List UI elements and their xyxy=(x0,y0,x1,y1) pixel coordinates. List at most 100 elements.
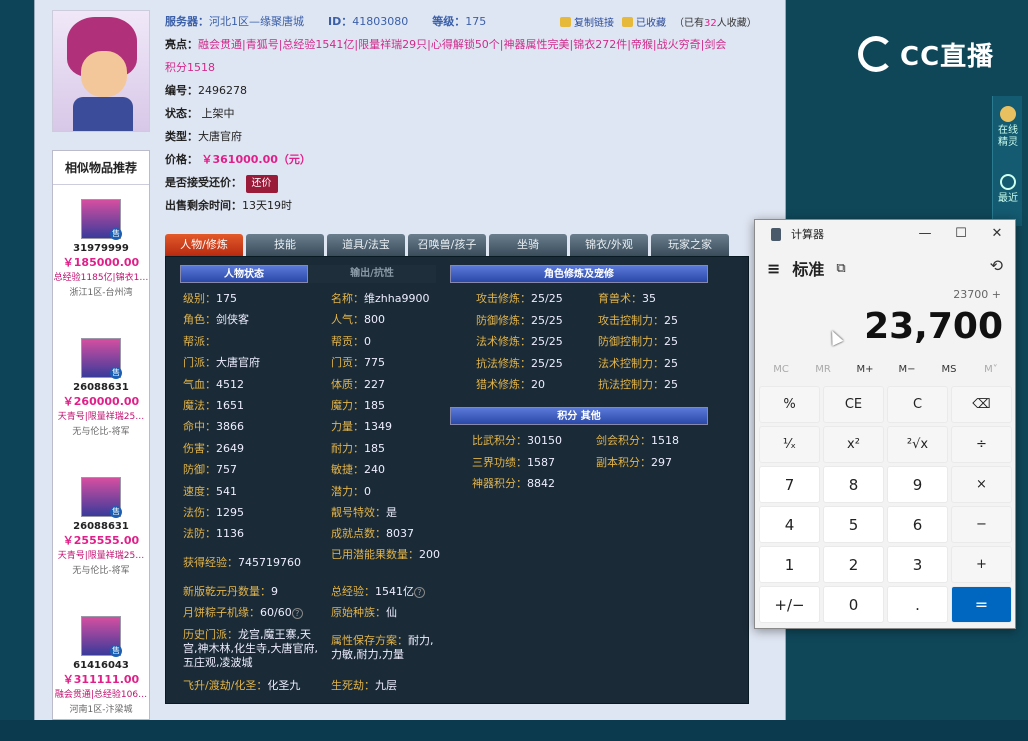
tab-0[interactable]: 人物/修炼 xyxy=(165,234,243,256)
char-stat-value: 185 xyxy=(364,441,385,455)
char-stat-key: 门贡： xyxy=(331,356,364,370)
calc-key[interactable]: + xyxy=(951,546,1012,583)
calc-key[interactable]: . xyxy=(887,586,948,623)
recent-button[interactable]: 最近 xyxy=(993,158,1023,220)
calculator-keypad: % CE C ⌫ ¹⁄ₓ x² ²√x ÷ 7 8 9 × 4 5 6− 1 2 3 + +/− 0. = xyxy=(759,386,1015,623)
calc-key[interactable]: % xyxy=(759,386,820,423)
similar-item-price: ￥255555.00 xyxy=(62,534,140,547)
score-stat-key: 三界功绩： xyxy=(472,455,527,469)
char-stat: 法防：1136 xyxy=(183,527,244,541)
calc-key[interactable]: = xyxy=(951,586,1012,623)
cultivation-stat-key: 攻击控制力： xyxy=(598,313,664,327)
cultivation-stat-key: 抗法修炼： xyxy=(476,356,531,370)
similar-item[interactable]: 售 61416043 ￥311111.00 融会贯通|总经验106… 河南1区-汴梁城 xyxy=(53,616,149,741)
close-button[interactable]: ✕ xyxy=(979,220,1015,248)
calc-key[interactable]: 1 xyxy=(759,546,820,583)
similar-item-server: 无与伦比-将军 xyxy=(72,566,130,576)
memory-button[interactable]: M˅ xyxy=(971,364,1011,375)
similar-item-thumb[interactable]: 售 xyxy=(81,199,122,240)
calc-key[interactable]: × xyxy=(951,466,1012,503)
similar-item-thumb[interactable]: 售 xyxy=(81,477,122,518)
char-stat-value: 是 xyxy=(386,506,397,519)
help-icon[interactable]: ? xyxy=(414,586,425,598)
memory-button[interactable]: MC xyxy=(761,364,801,375)
similar-item[interactable]: 售 26088631 ￥260000.00 天青号|限量祥瑞25… 无与伦比-将军 xyxy=(53,338,149,463)
char-stat-key: 敏捷： xyxy=(331,463,364,477)
char-stat: 魔法：1651 xyxy=(183,399,244,413)
calc-key[interactable]: 2 xyxy=(823,546,884,583)
similar-item-thumb[interactable]: 售 xyxy=(81,616,122,657)
item-info: 服务器：河北1区—缘聚唐城 ID：41803080 等级：175 亮点：融会贯通… xyxy=(165,10,755,217)
char-stat-key: 耐力： xyxy=(331,441,364,455)
cultivation-stat-value: 20 xyxy=(531,378,545,391)
similar-item-thumb[interactable]: 售 xyxy=(81,338,122,379)
section-output-resist[interactable]: 输出/抗性 xyxy=(308,265,436,283)
cultivation-stat-key: 攻击修炼： xyxy=(476,292,531,305)
calc-key[interactable]: 0 xyxy=(823,586,884,623)
similar-items-list: 售 31979999 ￥185000.00 总经验1185亿|锦衣1… 浙江1区-台州湾… xyxy=(53,199,149,741)
char-stat-key: 门派： xyxy=(183,356,216,370)
memory-bar: MC MR M+ M− MS M˅ xyxy=(761,364,1011,375)
tab-1[interactable]: 技能 xyxy=(246,234,324,256)
calc-key[interactable]: 4 xyxy=(759,506,820,543)
tab-5[interactable]: 锦衣/外观 xyxy=(570,234,648,256)
tab-2[interactable]: 道具/法宝 xyxy=(327,234,405,256)
score-stat: 神器积分：8842 xyxy=(472,477,555,491)
mooncake-stat-value: 60/60 xyxy=(260,606,292,619)
counter-offer-row: 是否接受还价： 还价 xyxy=(165,171,755,194)
total-exp-stat: 总经验：1541亿? xyxy=(331,585,425,599)
used-potential-stat-value: 200 xyxy=(419,548,440,561)
char-stat: 角色：剑侠客 xyxy=(183,313,249,327)
calc-key[interactable]: 6 xyxy=(887,506,948,543)
tab-4[interactable]: 坐骑 xyxy=(489,234,567,256)
similar-item[interactable]: 售 31979999 ￥185000.00 总经验1185亿|锦衣1… 浙江1区-台州湾 xyxy=(53,199,149,324)
similar-item[interactable]: 售 26088631 ￥255555.00 天青号|限量祥瑞25… 无与伦比-将军 xyxy=(53,477,149,602)
calc-key[interactable]: 9 xyxy=(887,466,948,503)
cc-live-logo: CC直播 xyxy=(858,32,1008,76)
favorite-button[interactable]: 已收藏 xyxy=(622,14,666,29)
calc-key[interactable]: 7 xyxy=(759,466,820,503)
calc-key[interactable]: − xyxy=(951,506,1012,543)
cultivation-stat-value: 25 xyxy=(664,378,678,391)
calc-key[interactable]: ÷ xyxy=(951,426,1012,463)
calc-key[interactable]: x² xyxy=(823,426,884,463)
maximize-button[interactable]: ☐ xyxy=(943,220,979,248)
minimize-button[interactable]: — xyxy=(907,220,943,248)
calc-key[interactable]: CE xyxy=(823,386,884,423)
calc-key[interactable]: +/− xyxy=(759,586,820,623)
calc-key[interactable]: 5 xyxy=(823,506,884,543)
memory-button[interactable]: M+ xyxy=(845,364,885,375)
calc-key[interactable]: ⌫ xyxy=(951,386,1012,423)
memory-button[interactable]: MS xyxy=(929,364,969,375)
score-stat-value: 1587 xyxy=(527,455,555,469)
calc-key[interactable]: ²√x xyxy=(887,426,948,463)
calculator-titlebar[interactable]: 计算器 — ☐ ✕ xyxy=(755,220,1015,248)
calc-key[interactable]: 3 xyxy=(887,546,948,583)
copy-link-button[interactable]: 复制链接 xyxy=(560,14,614,29)
online-sprite-button[interactable]: 在线 精灵 xyxy=(993,96,1023,158)
server-label: 服务器： xyxy=(165,15,209,28)
calc-key[interactable]: ¹⁄ₓ xyxy=(759,426,820,463)
char-stat-key: 级别： xyxy=(183,292,216,305)
memory-button[interactable]: M− xyxy=(887,364,927,375)
highlights-value-2: 积分1518 xyxy=(165,61,215,74)
tab-6[interactable]: 玩家之家 xyxy=(651,234,729,256)
calc-key[interactable]: 8 xyxy=(823,466,884,503)
tab-3[interactable]: 召唤兽/孩子 xyxy=(408,234,486,256)
section-cultivation: 角色修炼及宠修 xyxy=(450,265,708,283)
price-row: 价格： ￥361000.00（元） xyxy=(165,148,755,171)
char-stat: 法伤：1295 xyxy=(183,506,244,520)
keep-on-top-icon[interactable]: ⧉ xyxy=(836,261,845,276)
char-stat: 名称：维zhha9900 xyxy=(331,292,429,306)
help-icon[interactable]: ? xyxy=(291,607,303,619)
score-stat: 三界功绩：1587 xyxy=(472,456,555,470)
nav-menu-icon[interactable]: ≡ xyxy=(767,259,780,278)
cultivation-stat-value: 35 xyxy=(642,292,656,305)
calculator-title: 计算器 xyxy=(791,228,824,241)
history-icon[interactable]: ⟲ xyxy=(990,256,1003,275)
counter-offer-button[interactable]: 还价 xyxy=(245,175,278,193)
online-sprite-label-2: 精灵 xyxy=(998,136,1018,148)
memory-button[interactable]: MR xyxy=(803,364,843,375)
calc-key[interactable]: C xyxy=(887,386,948,423)
fav-count-suffix: 人收藏） xyxy=(716,18,757,29)
